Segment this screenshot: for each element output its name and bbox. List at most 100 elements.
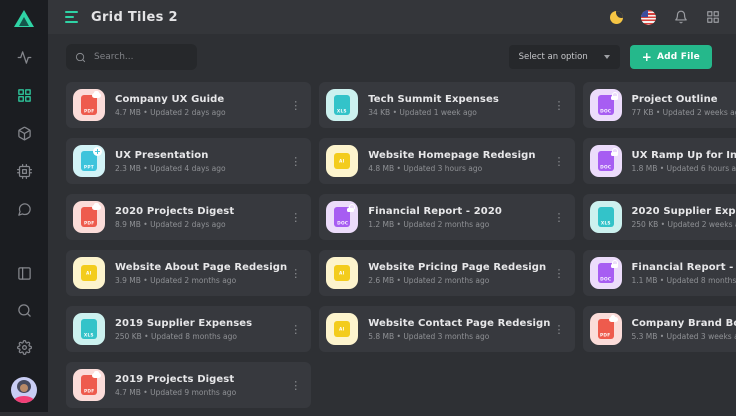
file-card[interactable]: PDF Company UX Guide 4.7 MB • Updated 2 …	[66, 82, 311, 128]
layout-icon	[17, 266, 32, 281]
add-file-button[interactable]: + Add File	[630, 45, 712, 69]
chat-icon	[17, 202, 32, 217]
sidebar-item-cpu[interactable]	[17, 164, 32, 180]
file-name: 2020 Projects Digest	[115, 206, 287, 217]
file-info: Website Homepage Redesign 4.8 MB • Updat…	[368, 150, 550, 173]
sidebar-item-grid[interactable]	[17, 88, 32, 104]
file-name: Financial Report - 2019	[632, 262, 736, 273]
file-name: Financial Report - 2020	[368, 206, 550, 217]
page-title: Grid Tiles 2	[91, 10, 178, 25]
file-card[interactable]: DOC Project Outline 77 KB • Updated 2 we…	[583, 82, 736, 128]
file-card[interactable]: XLS 2019 Supplier Expenses 250 KB • Upda…	[66, 306, 311, 352]
file-info: 2019 Projects Digest 4.7 MB • Updated 9 …	[115, 374, 287, 397]
file-card[interactable]: AI Website About Page Redesign 3.9 MB • …	[66, 250, 311, 296]
file-meta: 1.2 MB • Updated 2 months ago	[368, 220, 550, 229]
sidebar-item-layout[interactable]	[17, 266, 32, 282]
file-card[interactable]: DOC Financial Report - 2020 1.2 MB • Upd…	[319, 194, 574, 240]
file-card[interactable]: XLS 2020 Supplier Expenses 250 KB • Upda…	[583, 194, 736, 240]
dark-mode-moon-icon[interactable]	[610, 11, 623, 24]
file-ext-label: AI	[86, 270, 91, 275]
file-card[interactable]: DOC Financial Report - 2019 1.1 MB • Upd…	[583, 250, 736, 296]
sidebar-item-activity[interactable]	[17, 50, 32, 66]
kebab-menu-icon[interactable]	[287, 211, 304, 224]
file-card[interactable]: PDF 2019 Projects Digest 4.7 MB • Update…	[66, 362, 311, 408]
file-meta: 5.3 MB • Updated 3 weeks ago	[632, 332, 736, 341]
search-icon	[75, 52, 86, 63]
file-info: Company UX Guide 4.7 MB • Updated 2 days…	[115, 94, 287, 117]
kebab-menu-icon[interactable]	[287, 155, 304, 168]
grid-icon	[17, 88, 32, 103]
file-card[interactable]: AI Website Contact Page Redesign 5.8 MB …	[319, 306, 574, 352]
file-type-icon: AI	[73, 257, 105, 289]
bell-icon[interactable]	[674, 10, 688, 24]
kebab-menu-icon[interactable]	[551, 323, 568, 336]
file-name: Website About Page Redesign	[115, 262, 287, 273]
file-meta: 34 KB • Updated 1 week ago	[368, 108, 550, 117]
app-logo[interactable]	[0, 0, 48, 36]
file-card[interactable]: AI Website Homepage Redesign 4.8 MB • Up…	[319, 138, 574, 184]
plus-icon: +	[642, 51, 652, 63]
search-box	[66, 44, 197, 70]
sidebar-item-settings[interactable]	[17, 340, 32, 356]
us-flag-icon[interactable]	[641, 10, 656, 25]
kebab-menu-icon[interactable]	[551, 155, 568, 168]
option-select[interactable]: Select an option	[509, 45, 620, 69]
kebab-menu-icon[interactable]	[551, 99, 568, 112]
select-label: Select an option	[519, 52, 588, 62]
file-meta: 250 KB • Updated 8 months ago	[115, 332, 287, 341]
file-info: Project Outline 77 KB • Updated 2 weeks …	[632, 94, 736, 117]
file-meta: 2.3 MB • Updated 4 days ago	[115, 164, 287, 173]
toolbar-right: Select an option + Add File	[509, 45, 712, 69]
file-ext-label: XLS	[601, 221, 611, 226]
file-ext-label: PPT	[84, 165, 94, 170]
search-icon	[17, 303, 32, 318]
add-file-label: Add File	[657, 52, 700, 62]
file-type-icon: PDF	[73, 369, 105, 401]
file-info: Website Contact Page Redesign 5.8 MB • U…	[368, 318, 550, 341]
kebab-menu-icon[interactable]	[551, 211, 568, 224]
file-meta: 8.9 MB • Updated 2 days ago	[115, 220, 287, 229]
file-meta: 4.8 MB • Updated 3 hours ago	[368, 164, 550, 173]
lock-icon	[347, 204, 354, 212]
file-info: Financial Report - 2019 1.1 MB • Updated…	[632, 262, 736, 285]
file-card[interactable]: PDF Company Brand Book 5.3 MB • Updated …	[583, 306, 736, 352]
file-type-icon: DOC	[590, 89, 622, 121]
search-input[interactable]	[92, 51, 188, 63]
file-info: Tech Summit Expenses 34 KB • Updated 1 w…	[368, 94, 550, 117]
file-name: UX Presentation	[115, 150, 287, 161]
file-name: Website Pricing Page Redesign	[368, 262, 550, 273]
file-grid: PDF Company UX Guide 4.7 MB • Updated 2 …	[48, 74, 736, 416]
triangle-logo-icon	[14, 10, 34, 27]
file-card[interactable]: DOC UX Ramp Up for Interns 1.8 MB • Upda…	[583, 138, 736, 184]
kebab-menu-icon[interactable]	[287, 323, 304, 336]
file-meta: 250 KB • Updated 2 weeks ago	[632, 220, 736, 229]
grid-squares-icon[interactable]	[706, 10, 720, 24]
kebab-menu-icon[interactable]	[287, 267, 304, 280]
sidebar-item-box[interactable]	[17, 126, 32, 142]
file-card[interactable]: AI Website Pricing Page Redesign 2.6 MB …	[319, 250, 574, 296]
plus-icon: +	[93, 147, 102, 156]
file-type-icon: DOC	[326, 201, 358, 233]
file-meta: 4.7 MB • Updated 2 days ago	[115, 108, 287, 117]
file-name: Project Outline	[632, 94, 736, 105]
file-meta: 5.8 MB • Updated 3 months ago	[368, 332, 550, 341]
file-type-icon: AI	[326, 257, 358, 289]
file-name: Company Brand Book	[632, 318, 736, 329]
file-ext-label: DOC	[337, 221, 348, 226]
file-ext-label: AI	[340, 158, 345, 163]
file-card[interactable]: PPT + UX Presentation 2.3 MB • Updated 4 …	[66, 138, 311, 184]
avatar-shirt	[14, 396, 34, 403]
file-type-icon: PDF	[73, 201, 105, 233]
hamburger-menu-icon[interactable]	[65, 11, 78, 23]
kebab-menu-icon[interactable]	[287, 379, 304, 392]
file-type-icon: PPT +	[73, 145, 105, 177]
kebab-menu-icon[interactable]	[287, 99, 304, 112]
user-avatar[interactable]	[11, 377, 37, 403]
kebab-menu-icon[interactable]	[551, 267, 568, 280]
file-card[interactable]: PDF 2020 Projects Digest 8.9 MB • Update…	[66, 194, 311, 240]
sidebar-item-chat[interactable]	[17, 202, 32, 218]
box-icon	[17, 126, 32, 141]
sidebar-item-search[interactable]	[17, 303, 32, 319]
file-name: 2020 Supplier Expenses	[632, 206, 736, 217]
file-card[interactable]: XLS Tech Summit Expenses 34 KB • Updated…	[319, 82, 574, 128]
